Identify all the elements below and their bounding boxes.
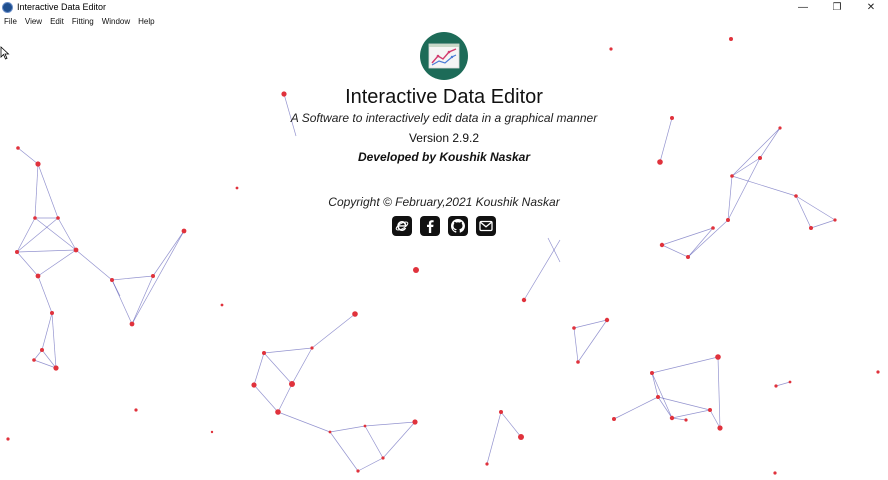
facebook-icon[interactable] xyxy=(420,216,440,236)
app-icon xyxy=(2,1,13,13)
minimize-button[interactable]: — xyxy=(786,0,820,14)
close-button[interactable]: ✕ xyxy=(854,0,888,14)
chart-logo-icon xyxy=(428,43,460,69)
about-panel: Interactive Data Editor A Software to in… xyxy=(250,32,638,236)
github-icon[interactable] xyxy=(448,216,468,236)
menu-edit[interactable]: Edit xyxy=(46,17,68,26)
social-links xyxy=(392,216,496,236)
menu-file[interactable]: File xyxy=(0,17,21,26)
restore-button[interactable]: ❐ xyxy=(820,0,854,14)
window-controls: — ❐ ✕ xyxy=(786,0,888,14)
menu-window[interactable]: Window xyxy=(98,17,134,26)
app-logo xyxy=(420,32,468,80)
menu-view[interactable]: View xyxy=(21,17,46,26)
developer-credit: Developed by Koushik Naskar xyxy=(357,150,531,164)
app-tagline: A Software to interactively edit data in… xyxy=(290,111,598,125)
website-icon[interactable] xyxy=(392,216,412,236)
window-title: Interactive Data Editor xyxy=(17,2,107,12)
app-name: Interactive Data Editor xyxy=(345,86,543,108)
mouse-cursor-icon xyxy=(0,46,10,60)
menu-fitting[interactable]: Fitting xyxy=(68,17,98,26)
app-version: Version 2.9.2 xyxy=(408,131,480,145)
menu-bar: File View Edit Fitting Window Help xyxy=(0,15,159,28)
email-icon[interactable] xyxy=(476,216,496,236)
copyright-notice: Copyright © February,2021 Koushik Naskar xyxy=(328,195,560,209)
menu-help[interactable]: Help xyxy=(134,17,158,26)
title-bar: Interactive Data Editor — ❐ ✕ xyxy=(0,0,888,14)
